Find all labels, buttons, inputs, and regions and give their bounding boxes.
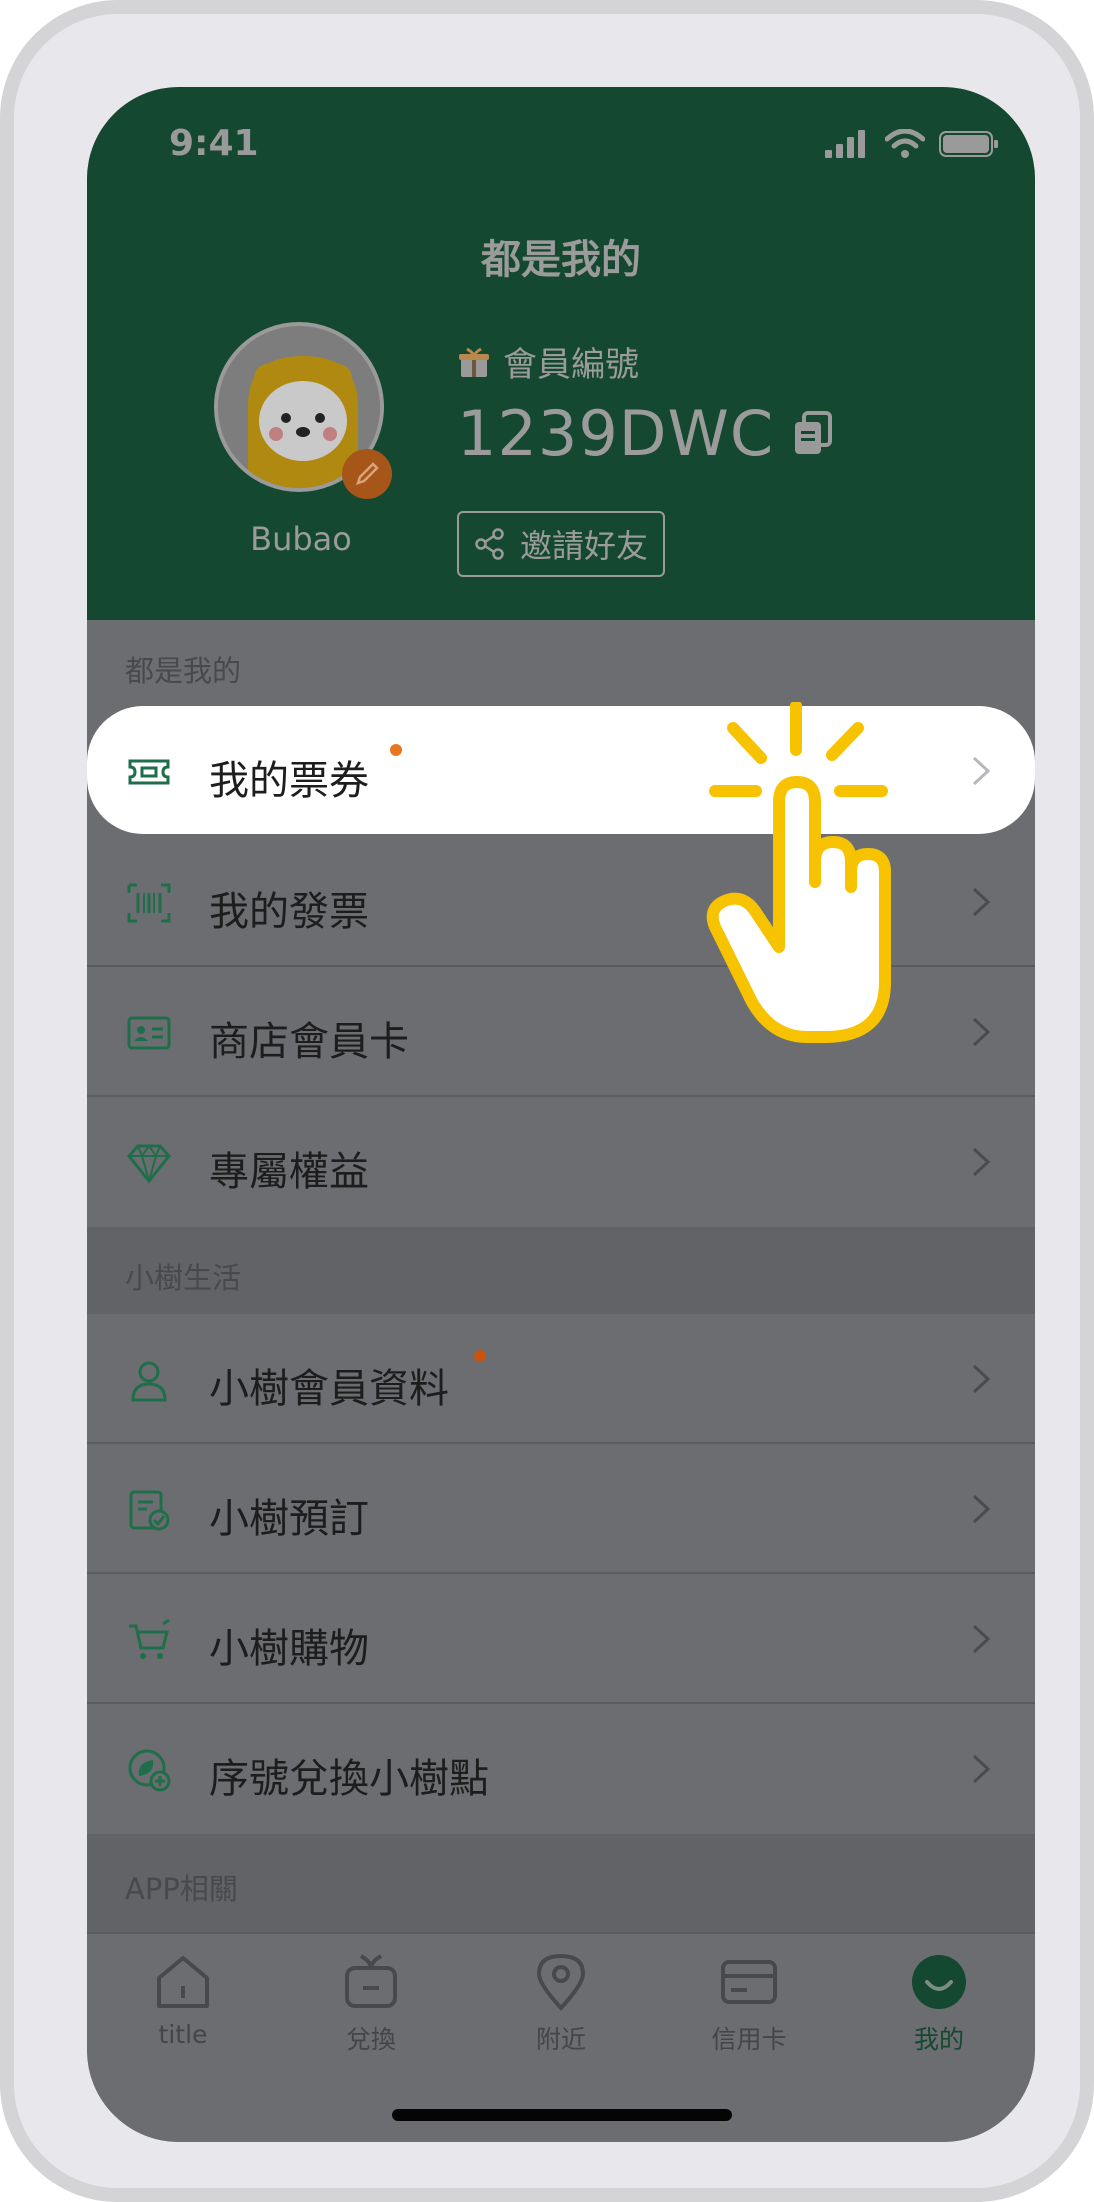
edit-avatar-button[interactable]	[342, 449, 392, 499]
tab-credit-card[interactable]: 信用卡	[689, 1952, 809, 2056]
menu-item-label: 商店會員卡	[209, 1019, 409, 1065]
invite-friends-button[interactable]: 邀請好友	[457, 511, 665, 577]
tab-label: 信用卡	[711, 2025, 787, 2054]
menu-item-tree-member-profile[interactable]: 小樹會員資料	[87, 1314, 1035, 1444]
copy-icon[interactable]	[792, 410, 834, 457]
tab-label: 附近	[535, 2025, 586, 2054]
menu-item-tree-shopping[interactable]: 小樹購物	[87, 1574, 1035, 1704]
ticket-icon	[128, 759, 170, 785]
page-title: 都是我的	[481, 237, 641, 283]
leaf-plus-icon	[128, 1749, 171, 1792]
chevron-right-icon	[972, 756, 991, 786]
menu-item-label: 序號兌換小樹點	[209, 1756, 489, 1802]
invite-friends-label: 邀請好友	[519, 527, 648, 565]
tab-label: 兌換	[345, 2025, 396, 2054]
member-number-label: 會員編號	[503, 345, 639, 385]
menu-item-label: 小樹會員資料	[209, 1366, 449, 1412]
chevron-right-icon	[972, 1624, 991, 1654]
member-card-icon	[127, 1016, 171, 1050]
pencil-icon	[356, 462, 379, 485]
chevron-right-icon	[972, 1754, 991, 1784]
chevron-right-icon	[972, 887, 991, 917]
clipboard-check-icon	[129, 1490, 170, 1531]
gift-box-icon	[459, 347, 489, 377]
profile-header: 9:41 都是我的 Bubao 會員編號 1239DWC 邀請好友	[87, 87, 1035, 620]
cart-icon	[129, 1618, 170, 1659]
wifi-icon	[885, 129, 925, 158]
menu-item-redeem-tree-points[interactable]: 序號兌換小樹點	[87, 1704, 1035, 1834]
chevron-right-icon	[972, 1017, 991, 1047]
notification-dot	[390, 744, 402, 756]
status-icons	[825, 129, 999, 159]
tab-mine[interactable]: 我的	[879, 1952, 999, 2056]
notification-dot	[474, 1350, 486, 1362]
signal-icon	[825, 130, 865, 158]
smile-icon	[912, 1955, 966, 2009]
home-icon	[157, 1956, 209, 2008]
member-number-label-row: 會員編號	[459, 337, 639, 386]
location-pin-icon	[536, 1953, 586, 2011]
credit-card-icon	[721, 1960, 777, 2004]
home-indicator[interactable]	[392, 2109, 732, 2121]
person-icon	[131, 1361, 167, 1402]
tab-home[interactable]: title	[123, 1952, 243, 2049]
section-header-tree-life: 小樹生活	[87, 1227, 1035, 1314]
menu-item-exclusive-benefits[interactable]: 專屬權益	[87, 1097, 1035, 1227]
phone-frame: 9:41 都是我的 Bubao 會員編號 1239DWC 邀請好友 都是我的 我…	[0, 0, 1094, 2202]
chevron-right-icon	[972, 1364, 991, 1394]
chevron-right-icon	[972, 1494, 991, 1524]
status-time: 9:41	[169, 123, 259, 164]
gift-icon	[345, 1954, 397, 2008]
menu-item-label: 我的票券	[209, 758, 369, 804]
menu-item-label: 小樹預訂	[209, 1496, 369, 1542]
section-header-mine: 都是我的	[87, 620, 1035, 708]
menu-item-tree-booking[interactable]: 小樹預訂	[87, 1444, 1035, 1574]
app-screen: 9:41 都是我的 Bubao 會員編號 1239DWC 邀請好友 都是我的 我…	[87, 87, 1035, 2142]
tab-redeem[interactable]: 兌換	[311, 1952, 431, 2056]
tab-label: title	[158, 2020, 208, 2049]
section-label: APP相關	[125, 1872, 238, 1906]
tap-hand-icon	[706, 702, 891, 1043]
menu-item-label: 專屬權益	[209, 1149, 369, 1195]
section-label: 都是我的	[125, 654, 242, 688]
barcode-icon	[127, 883, 171, 923]
menu-item-label: 我的發票	[209, 889, 369, 935]
share-icon	[475, 528, 504, 560]
tab-nearby[interactable]: 附近	[501, 1952, 621, 2056]
battery-icon	[939, 131, 998, 157]
tab-label: 我的	[913, 2025, 964, 2054]
menu-item-label: 小樹購物	[209, 1626, 369, 1672]
member-id: 1239DWC	[457, 397, 775, 470]
chevron-right-icon	[972, 1147, 991, 1177]
diamond-icon	[127, 1144, 171, 1185]
username: Bubao	[250, 520, 352, 558]
section-header-app: APP相關	[87, 1834, 1035, 1932]
member-id-row: 1239DWC	[457, 397, 834, 470]
section-label: 小樹生活	[125, 1261, 242, 1295]
